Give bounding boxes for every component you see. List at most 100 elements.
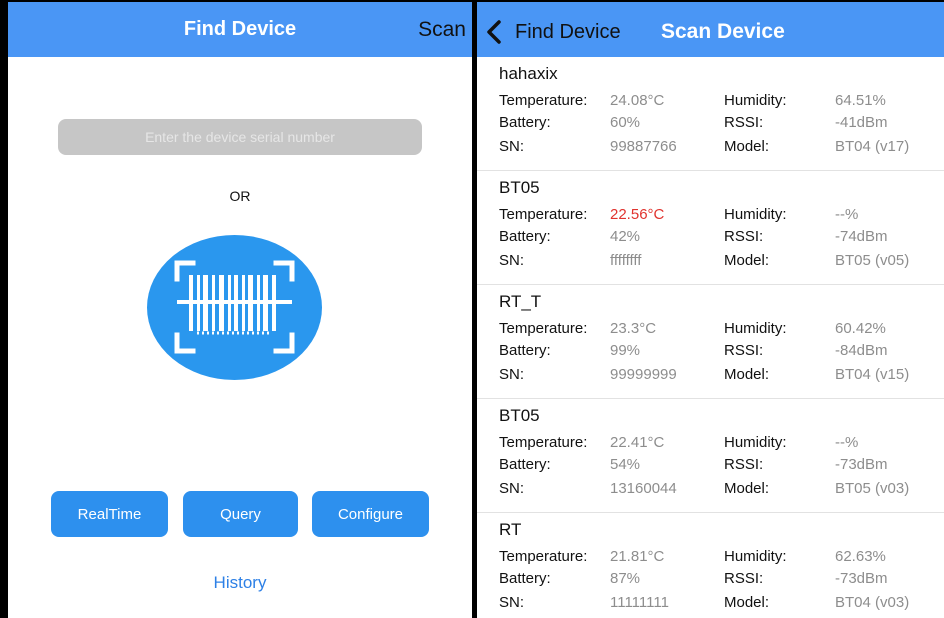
model-label: Model: — [724, 138, 770, 155]
barcode-scan-icon — [174, 260, 295, 354]
battery-label: Battery: — [499, 342, 551, 359]
sn-label: SN: — [499, 594, 525, 611]
model-label: Model: — [724, 366, 770, 383]
device-name: BT05 — [499, 178, 540, 197]
sn-model-row: SN: 99887766 Model: BT04 (v17) — [499, 138, 939, 158]
temperature-humidity-row: Temperature: 22.41°C Humidity: --% — [499, 434, 939, 454]
humidity-label: Humidity: — [724, 320, 787, 337]
battery-label: Battery: — [499, 114, 551, 131]
battery-value: 54% — [610, 456, 641, 473]
sn-label: SN: — [499, 480, 525, 497]
scan-device-screen: Find Device Scan Device hahaxix Temperat… — [477, 2, 944, 618]
barcode-scan-button[interactable] — [147, 235, 322, 380]
sn-value: 99999999 — [610, 366, 677, 383]
rssi-value: -73dBm — [835, 456, 888, 473]
battery-label: Battery: — [499, 228, 551, 245]
chevron-left-icon[interactable] — [483, 19, 505, 45]
temperature-value: 23.3°C — [610, 320, 657, 337]
humidity-label: Humidity: — [724, 434, 787, 451]
battery-value: 60% — [610, 114, 641, 131]
rssi-value: -74dBm — [835, 228, 888, 245]
battery-rssi-row: Battery: 87% RSSI: -73dBm — [499, 570, 939, 590]
sn-value: ffffffff — [610, 252, 642, 269]
device-card[interactable]: BT05 Temperature: 22.56°C Humidity: --% … — [477, 171, 944, 285]
battery-rssi-row: Battery: 99% RSSI: -84dBm — [499, 342, 939, 362]
rssi-label: RSSI: — [724, 114, 764, 131]
temperature-humidity-row: Temperature: 22.56°C Humidity: --% — [499, 206, 939, 226]
device-card[interactable]: RT_T Temperature: 23.3°C Humidity: 60.42… — [477, 285, 944, 399]
page-title: Find Device — [183, 18, 297, 40]
model-value: BT04 (v17) — [835, 138, 910, 155]
temperature-label: Temperature: — [499, 548, 588, 565]
device-name: RT_T — [499, 292, 542, 311]
humidity-value: --% — [835, 434, 859, 451]
temperature-humidity-row: Temperature: 23.3°C Humidity: 60.42% — [499, 320, 939, 340]
battery-value: 99% — [610, 342, 641, 359]
or-separator: OR — [229, 188, 251, 204]
realtime-button[interactable]: RealTime — [51, 491, 168, 537]
sn-label: SN: — [499, 252, 525, 269]
device-name: RT — [499, 520, 522, 539]
temperature-humidity-row: Temperature: 24.08°C Humidity: 64.51% — [499, 92, 939, 112]
rssi-label: RSSI: — [724, 456, 764, 473]
temperature-label: Temperature: — [499, 320, 588, 337]
rssi-label: RSSI: — [724, 570, 764, 587]
temperature-value: 22.41°C — [610, 434, 665, 451]
device-card[interactable]: RT Temperature: 21.81°C Humidity: 62.63%… — [477, 513, 944, 618]
rssi-value: -41dBm — [835, 114, 888, 131]
temperature-humidity-row: Temperature: 21.81°C Humidity: 62.63% — [499, 548, 939, 568]
device-list: hahaxix Temperature: 24.08°C Humidity: 6… — [477, 57, 944, 618]
model-label: Model: — [724, 594, 770, 611]
back-button-label[interactable]: Find Device — [515, 21, 621, 44]
device-name: BT05 — [499, 406, 540, 425]
rssi-label: RSSI: — [724, 342, 764, 359]
humidity-label: Humidity: — [724, 92, 787, 109]
serial-number-input[interactable] — [58, 119, 422, 155]
temperature-label: Temperature: — [499, 434, 588, 451]
model-value: BT05 (v03) — [835, 480, 910, 497]
battery-label: Battery: — [499, 456, 551, 473]
rssi-value: -73dBm — [835, 570, 888, 587]
find-device-screen: Find Device Scan OR — [8, 2, 472, 618]
sn-label: SN: — [499, 366, 525, 383]
nav-bar: Find Device Scan — [8, 2, 472, 57]
sn-model-row: SN: 13160044 Model: BT05 (v03) — [499, 480, 939, 500]
sn-model-row: SN: 11111111 Model: BT04 (v03) — [499, 594, 939, 614]
model-label: Model: — [724, 252, 770, 269]
query-button[interactable]: Query — [183, 491, 298, 537]
battery-label: Battery: — [499, 570, 551, 587]
humidity-value: --% — [835, 206, 859, 223]
temperature-label: Temperature: — [499, 92, 588, 109]
device-card[interactable]: BT05 Temperature: 22.41°C Humidity: --% … — [477, 399, 944, 513]
device-name: hahaxix — [499, 64, 558, 83]
page-title: Scan Device — [661, 20, 785, 43]
scan-nav-button[interactable]: Scan — [418, 18, 466, 42]
humidity-label: Humidity: — [724, 206, 787, 223]
nav-bar: Find Device Scan Device — [477, 2, 944, 57]
humidity-value: 64.51% — [835, 92, 886, 109]
humidity-label: Humidity: — [724, 548, 787, 565]
temperature-value: 22.56°C — [610, 206, 665, 223]
model-label: Model: — [724, 480, 770, 497]
humidity-value: 62.63% — [835, 548, 886, 565]
temperature-value: 24.08°C — [610, 92, 665, 109]
temperature-label: Temperature: — [499, 206, 588, 223]
battery-rssi-row: Battery: 42% RSSI: -74dBm — [499, 228, 939, 248]
battery-rssi-row: Battery: 54% RSSI: -73dBm — [499, 456, 939, 476]
configure-button[interactable]: Configure — [312, 491, 429, 537]
humidity-value: 60.42% — [835, 320, 886, 337]
sn-value: 13160044 — [610, 480, 677, 497]
sn-value: 11111111 — [610, 594, 669, 611]
sn-label: SN: — [499, 138, 525, 155]
model-value: BT05 (v05) — [835, 252, 910, 269]
battery-value: 42% — [610, 228, 641, 245]
sn-value: 99887766 — [610, 138, 677, 155]
sn-model-row: SN: ffffffff Model: BT05 (v05) — [499, 252, 939, 272]
history-link[interactable]: History — [8, 573, 472, 593]
model-value: BT04 (v03) — [835, 594, 910, 611]
rssi-label: RSSI: — [724, 228, 764, 245]
device-card[interactable]: hahaxix Temperature: 24.08°C Humidity: 6… — [477, 57, 944, 171]
rssi-value: -84dBm — [835, 342, 888, 359]
model-value: BT04 (v15) — [835, 366, 910, 383]
battery-rssi-row: Battery: 60% RSSI: -41dBm — [499, 114, 939, 134]
